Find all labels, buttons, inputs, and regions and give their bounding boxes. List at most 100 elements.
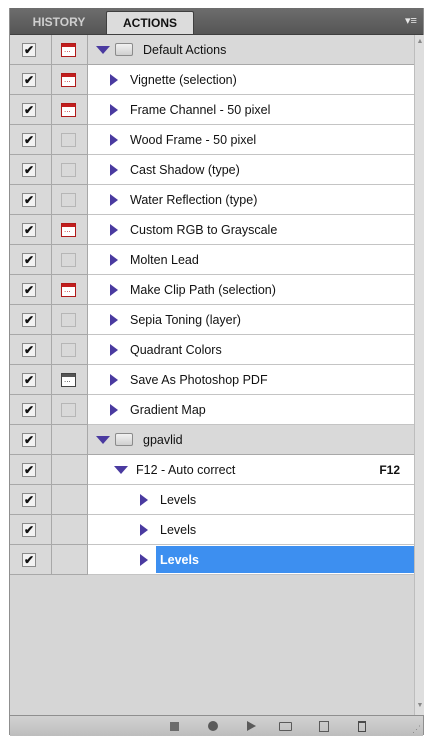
scroll-down-icon[interactable]: ▼: [416, 701, 424, 711]
vertical-scrollbar[interactable]: ▲ ▼: [414, 35, 424, 715]
action-name: Molten Lead: [130, 253, 199, 267]
new-set-icon[interactable]: [278, 719, 294, 733]
action-set-row[interactable]: ✔ Default Actions: [10, 35, 414, 65]
action-name: Cast Shadow (type): [130, 163, 240, 177]
toggle-checkbox[interactable]: ✔: [22, 523, 36, 537]
expand-triangle-icon[interactable]: [110, 344, 118, 356]
action-row[interactable]: ✔ Make Clip Path (selection): [10, 275, 414, 305]
action-name: Water Reflection (type): [130, 193, 258, 207]
tab-bar: HISTORY ACTIONS ▾≡: [10, 8, 423, 35]
action-name: Frame Channel - 50 pixel: [130, 103, 271, 117]
toggle-checkbox[interactable]: ✔: [22, 493, 36, 507]
expand-triangle-icon[interactable]: [110, 104, 118, 116]
dialog-toggle-icon[interactable]: [61, 163, 76, 177]
toggle-checkbox[interactable]: ✔: [22, 403, 36, 417]
expand-triangle-icon[interactable]: [110, 284, 118, 296]
action-name: Save As Photoshop PDF: [130, 373, 268, 387]
expand-triangle-icon[interactable]: [114, 466, 128, 474]
dialog-toggle-icon[interactable]: [61, 313, 76, 327]
expand-triangle-icon[interactable]: [110, 254, 118, 266]
expand-triangle-icon[interactable]: [110, 164, 118, 176]
toggle-checkbox[interactable]: ✔: [22, 43, 36, 57]
action-row[interactable]: ✔ Sepia Toning (layer): [10, 305, 414, 335]
action-name: Gradient Map: [130, 403, 206, 417]
trash-icon[interactable]: [354, 719, 370, 733]
action-row[interactable]: ✔ Frame Channel - 50 pixel: [10, 95, 414, 125]
tab-history[interactable]: HISTORY: [14, 11, 104, 34]
action-row[interactable]: ✔ Custom RGB to Grayscale: [10, 215, 414, 245]
dialog-toggle-icon[interactable]: [61, 103, 76, 117]
dialog-toggle-icon[interactable]: [61, 223, 76, 237]
dialog-toggle-icon[interactable]: [61, 133, 76, 147]
action-row[interactable]: ✔ Gradient Map: [10, 395, 414, 425]
expand-triangle-icon[interactable]: [110, 314, 118, 326]
record-icon[interactable]: [205, 719, 221, 733]
expand-triangle-icon[interactable]: [110, 404, 118, 416]
dialog-toggle-icon[interactable]: [61, 283, 76, 297]
actions-panel: HISTORY ACTIONS ▾≡ ✔ Default Actions ✔ V…: [9, 8, 424, 736]
expand-triangle-icon[interactable]: [110, 194, 118, 206]
action-row[interactable]: ✔ Wood Frame - 50 pixel: [10, 125, 414, 155]
action-name: Quadrant Colors: [130, 343, 222, 357]
toggle-checkbox[interactable]: ✔: [22, 553, 36, 567]
action-row[interactable]: ✔ Save As Photoshop PDF: [10, 365, 414, 395]
expand-triangle-icon[interactable]: [140, 524, 148, 536]
action-name: Wood Frame - 50 pixel: [130, 133, 257, 147]
toggle-checkbox[interactable]: ✔: [22, 313, 36, 327]
expand-triangle-icon[interactable]: [110, 74, 118, 86]
toggle-checkbox[interactable]: ✔: [22, 193, 36, 207]
action-row[interactable]: ✔ Vignette (selection): [10, 65, 414, 95]
toggle-checkbox[interactable]: ✔: [22, 133, 36, 147]
step-name: Levels: [160, 553, 199, 567]
expand-triangle-icon[interactable]: [96, 46, 110, 54]
panel-menu-icon[interactable]: ▾≡: [405, 15, 417, 27]
action-name: F12 - Auto correct: [136, 463, 236, 477]
scroll-up-icon[interactable]: ▲: [416, 37, 424, 47]
expand-triangle-icon[interactable]: [110, 224, 118, 236]
resize-grip-icon[interactable]: ⋰: [412, 724, 421, 735]
toggle-checkbox[interactable]: ✔: [22, 373, 36, 387]
set-name: gpavlid: [143, 433, 183, 447]
step-row[interactable]: ✔ Levels: [10, 485, 414, 515]
toggle-checkbox[interactable]: ✔: [22, 73, 36, 87]
action-name: Vignette (selection): [130, 73, 237, 87]
step-row-selected[interactable]: ✔ Levels: [10, 545, 414, 575]
toggle-checkbox[interactable]: ✔: [22, 103, 36, 117]
stop-icon[interactable]: [167, 719, 183, 733]
dialog-toggle-icon[interactable]: [61, 73, 76, 87]
action-row[interactable]: ✔ Molten Lead: [10, 245, 414, 275]
expand-triangle-icon[interactable]: [110, 374, 118, 386]
dialog-toggle-icon[interactable]: [61, 343, 76, 357]
new-action-icon[interactable]: [316, 719, 332, 733]
actions-list: ✔ Default Actions ✔ Vignette (selection)…: [10, 35, 414, 615]
action-row[interactable]: ✔ Quadrant Colors: [10, 335, 414, 365]
action-row[interactable]: ✔ Cast Shadow (type): [10, 155, 414, 185]
expand-triangle-icon[interactable]: [140, 554, 148, 566]
action-name: Make Clip Path (selection): [130, 283, 276, 297]
dialog-toggle-icon[interactable]: [61, 373, 76, 387]
dialog-toggle-icon[interactable]: [61, 403, 76, 417]
bottom-toolbar: ⋰: [10, 715, 423, 736]
dialog-toggle-icon[interactable]: [61, 253, 76, 267]
tab-actions[interactable]: ACTIONS: [106, 11, 194, 34]
toggle-checkbox[interactable]: ✔: [22, 283, 36, 297]
toggle-checkbox[interactable]: ✔: [22, 463, 36, 477]
action-set-row[interactable]: ✔ gpavlid: [10, 425, 414, 455]
action-row[interactable]: ✔ F12 - Auto correct F12: [10, 455, 414, 485]
toggle-checkbox[interactable]: ✔: [22, 433, 36, 447]
step-name: Levels: [160, 523, 197, 537]
action-row[interactable]: ✔ Water Reflection (type): [10, 185, 414, 215]
toggle-checkbox[interactable]: ✔: [22, 163, 36, 177]
toggle-checkbox[interactable]: ✔: [22, 253, 36, 267]
dialog-toggle-icon[interactable]: [61, 193, 76, 207]
play-icon[interactable]: [243, 719, 259, 733]
set-name: Default Actions: [143, 43, 227, 57]
action-name: Custom RGB to Grayscale: [130, 223, 278, 237]
dialog-toggle-icon[interactable]: [61, 43, 76, 57]
expand-triangle-icon[interactable]: [140, 494, 148, 506]
toggle-checkbox[interactable]: ✔: [22, 223, 36, 237]
expand-triangle-icon[interactable]: [110, 134, 118, 146]
step-row[interactable]: ✔ Levels: [10, 515, 414, 545]
toggle-checkbox[interactable]: ✔: [22, 343, 36, 357]
expand-triangle-icon[interactable]: [96, 436, 110, 444]
